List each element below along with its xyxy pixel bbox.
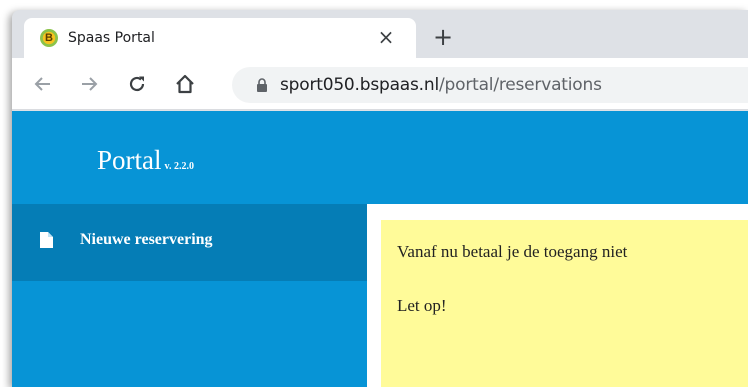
notice-box: Vanaf nu betaal je de toegang niet Let o… <box>381 220 748 387</box>
reload-icon[interactable] <box>124 71 150 97</box>
version-label: v. 2.2.0 <box>164 161 194 172</box>
tab-strip: B Spaas Portal × + <box>12 10 748 58</box>
home-icon[interactable] <box>172 71 198 97</box>
favicon-icon: B <box>40 29 58 47</box>
forward-arrow-icon[interactable] <box>76 71 102 97</box>
tab-title: Spaas Portal <box>68 30 155 46</box>
address-bar[interactable]: sport050.bspaas.nl/portal/reservations <box>232 67 748 103</box>
back-arrow-icon[interactable] <box>30 71 56 97</box>
lock-icon <box>256 78 270 92</box>
portal-title: Portal <box>97 145 162 175</box>
url-host: sport050.bspaas.nl <box>280 75 439 95</box>
sidebar-item-label: Nieuwe reservering <box>80 231 213 248</box>
browser-tab[interactable]: B Spaas Portal × <box>24 18 416 58</box>
url-text: sport050.bspaas.nl/portal/reservations <box>280 75 602 95</box>
browser-toolbar: sport050.bspaas.nl/portal/reservations <box>12 58 748 110</box>
document-icon <box>39 231 54 249</box>
url-path: /portal/reservations <box>439 75 602 95</box>
close-tab-button[interactable]: × <box>376 27 396 47</box>
sidebar-item-new-reservation[interactable]: Nieuwe reservering <box>12 204 367 281</box>
notice-warning: Let op! <box>397 296 447 315</box>
browser-window: B Spaas Portal × + sport050.bspaas.nl/po… <box>12 10 748 387</box>
web-page: Portal v. 2.2.0 Nieuwe reservering Vanaf … <box>12 111 748 387</box>
main-content: Vanaf nu betaal je de toegang niet Let o… <box>367 204 748 387</box>
notice-line: Vanaf nu betaal je de toegang niet <box>397 242 628 261</box>
portal-header: Portal v. 2.2.0 <box>12 111 748 204</box>
sidebar: Nieuwe reservering <box>12 204 367 387</box>
new-tab-button[interactable]: + <box>430 24 456 50</box>
portal-brand[interactable]: Portal v. 2.2.0 <box>97 145 194 176</box>
